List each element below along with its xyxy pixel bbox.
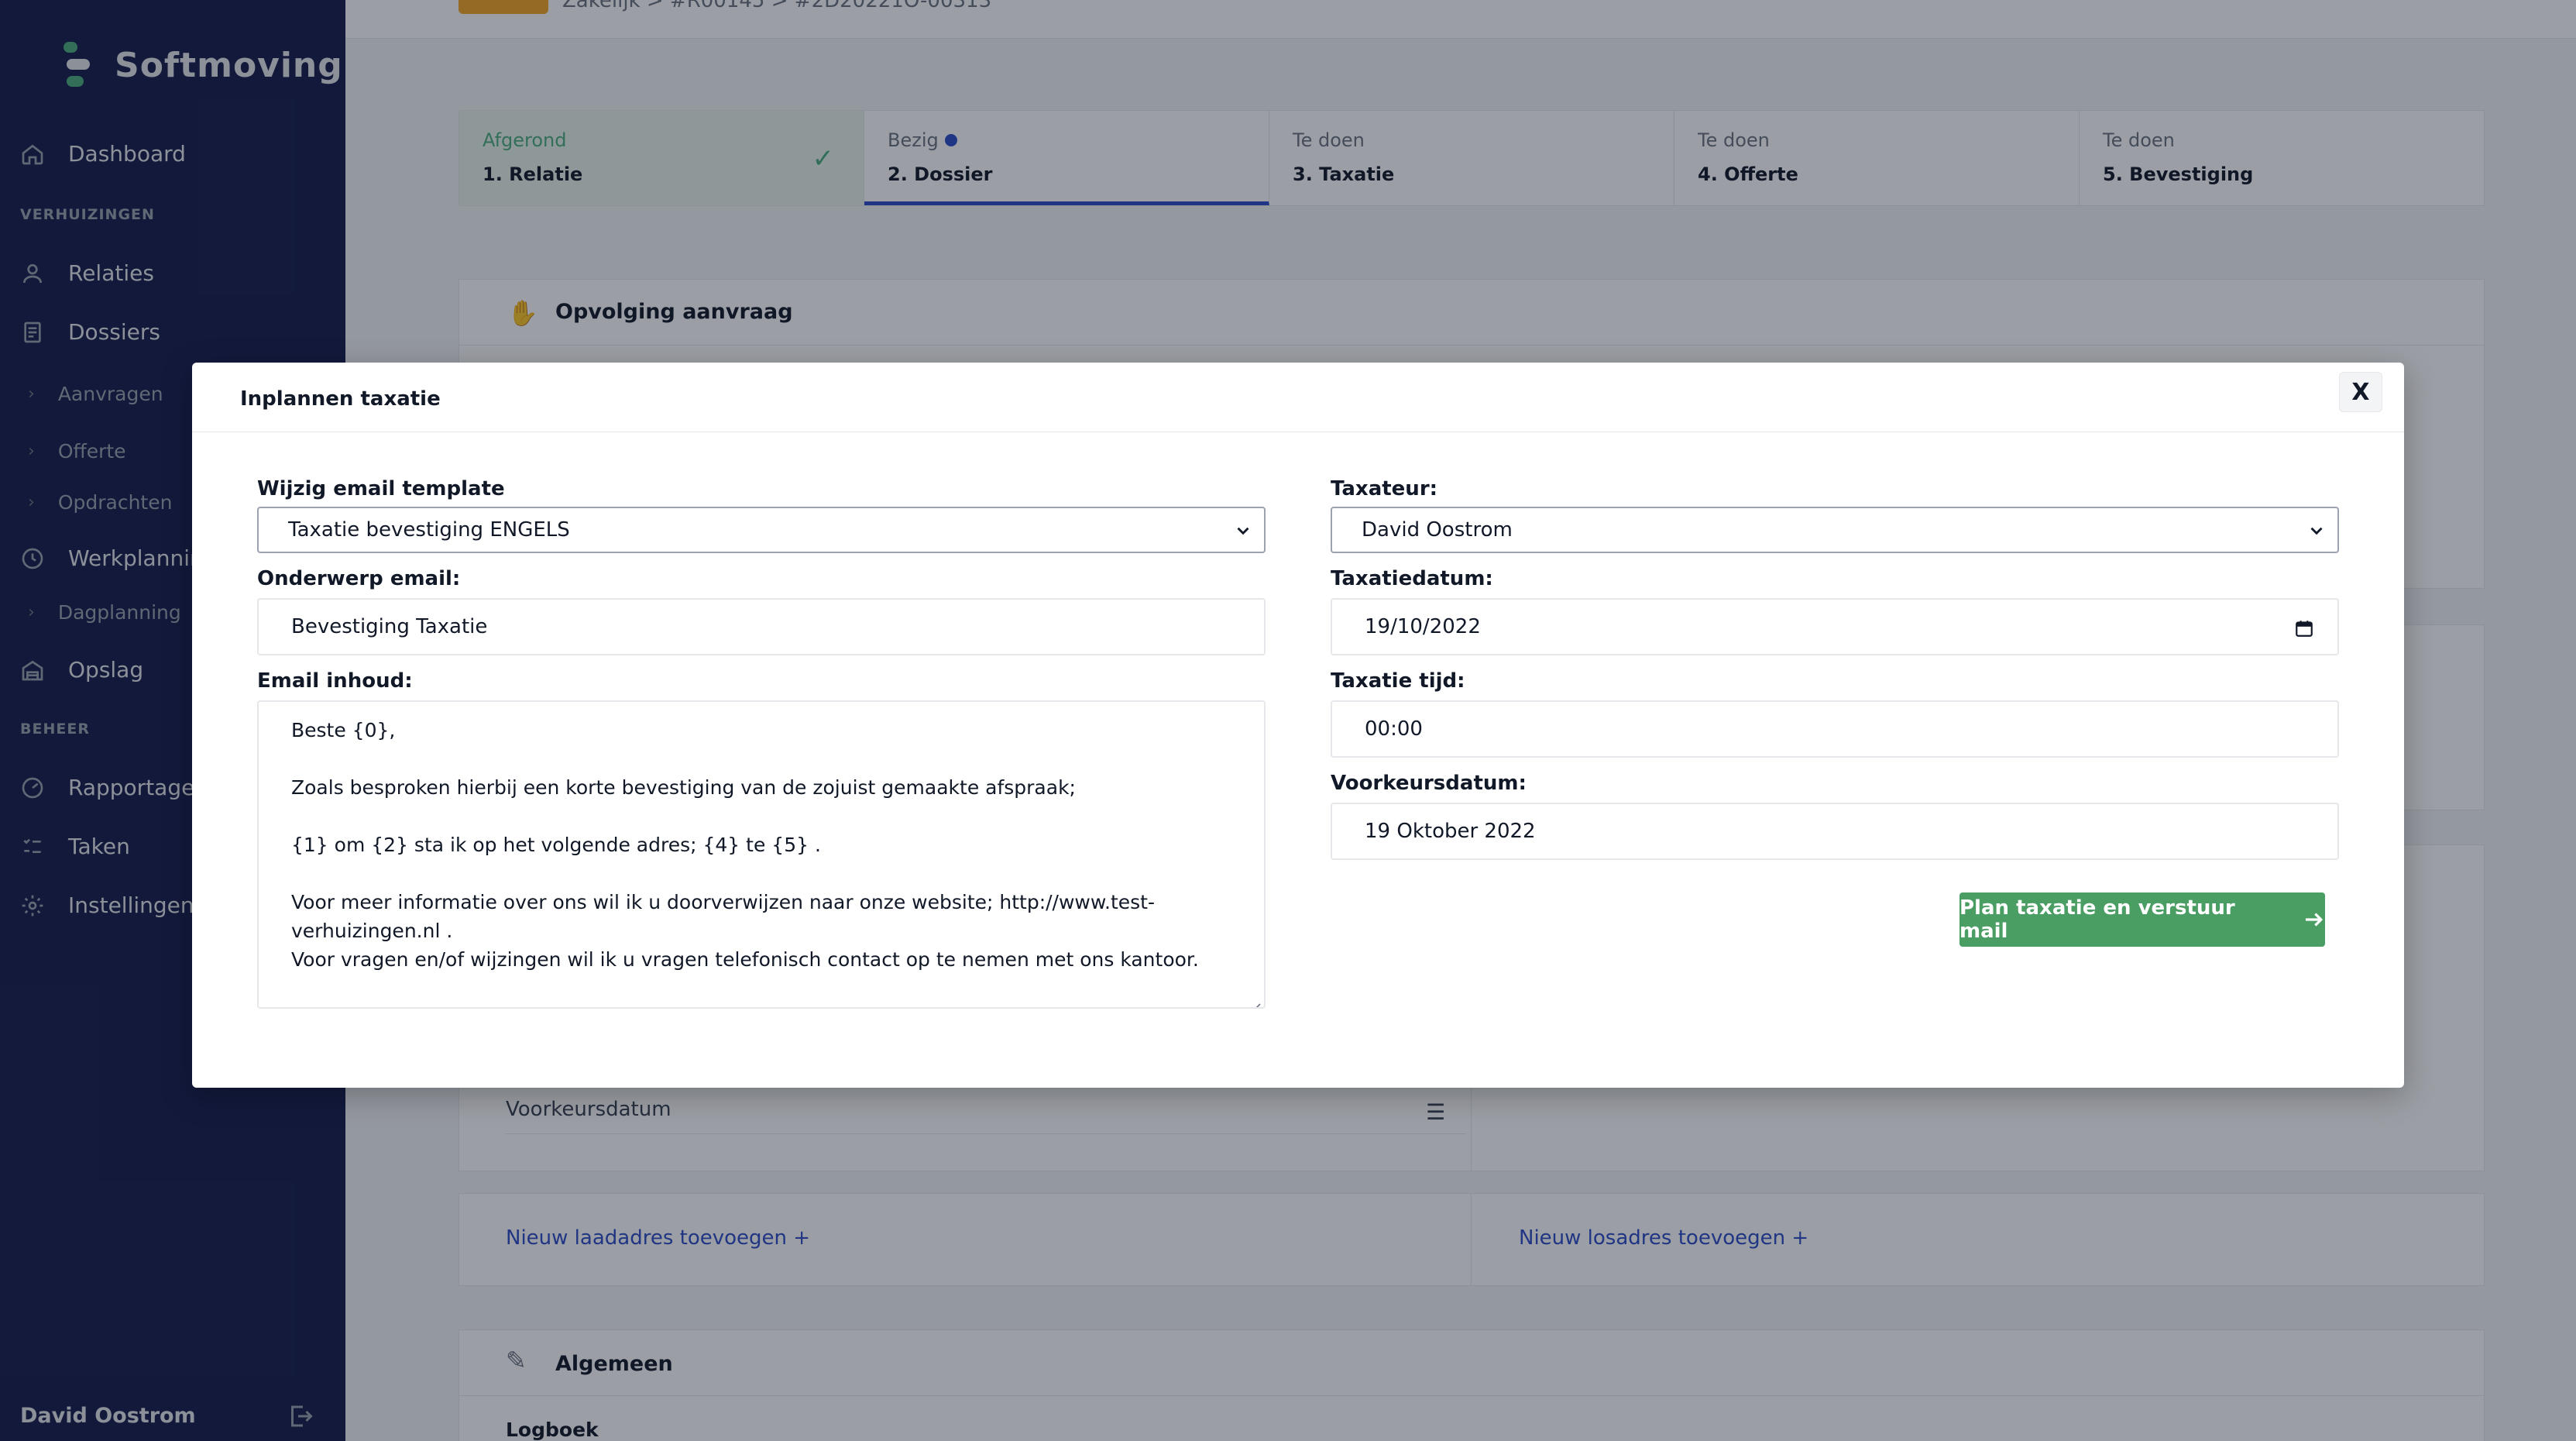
email-template-select[interactable]: Taxatie bevestiging ENGELS [257, 507, 1266, 553]
subject-input[interactable]: Bevestiging Taxatie [257, 598, 1266, 655]
calendar-icon[interactable] [2294, 618, 2314, 638]
button-label: Plan taxatie en verstuur mail [1959, 896, 2235, 943]
modal-title: Inplannen taxatie [240, 387, 441, 411]
input-value: 19/10/2022 [1365, 615, 1481, 638]
input-value: 00:00 [1365, 717, 1423, 741]
voorkeursdatum-input[interactable]: 19 Oktober 2022 [1331, 803, 2339, 860]
subject-label: Onderwerp email: [257, 567, 461, 590]
template-label: Wijzig email template [257, 477, 505, 500]
input-value: 19 Oktober 2022 [1365, 820, 1536, 843]
taxatie-tijd-input[interactable]: 00:00 [1331, 700, 2339, 758]
textarea-value: Beste {0}, Zoals besproken hierbij een k… [291, 719, 1199, 971]
taxatiedatum-label: Taxatiedatum: [1331, 567, 1493, 590]
voorkeursdatum-label: Voorkeursdatum: [1331, 772, 1527, 795]
taxatie-tijd-label: Taxatie tijd: [1331, 669, 1465, 693]
select-value: David Oostrom [1362, 518, 1513, 542]
chevron-down-icon [1233, 521, 1253, 541]
chevron-down-icon [2306, 521, 2327, 541]
arrow-right-icon [2306, 913, 2324, 927]
taxateur-select[interactable]: David Oostrom [1331, 507, 2339, 553]
select-value: Taxatie bevestiging ENGELS [288, 518, 570, 542]
email-body-textarea[interactable]: Beste {0}, Zoals besproken hierbij een k… [257, 700, 1266, 1009]
close-button[interactable]: X [2339, 372, 2382, 412]
input-value: Bevestiging Taxatie [291, 615, 488, 638]
modal-header: Inplannen taxatie X [192, 363, 2404, 432]
taxateur-label: Taxateur: [1331, 477, 1438, 500]
resize-handle-icon[interactable] [1249, 992, 1261, 1007]
taxatiedatum-input[interactable]: 19/10/2022 [1331, 598, 2339, 655]
plan-taxatie-button[interactable]: Plan taxatie en verstuur mail [1959, 892, 2325, 947]
inplannen-taxatie-modal: Inplannen taxatie X Wijzig email templat… [192, 363, 2404, 1088]
body-label: Email inhoud: [257, 669, 413, 693]
